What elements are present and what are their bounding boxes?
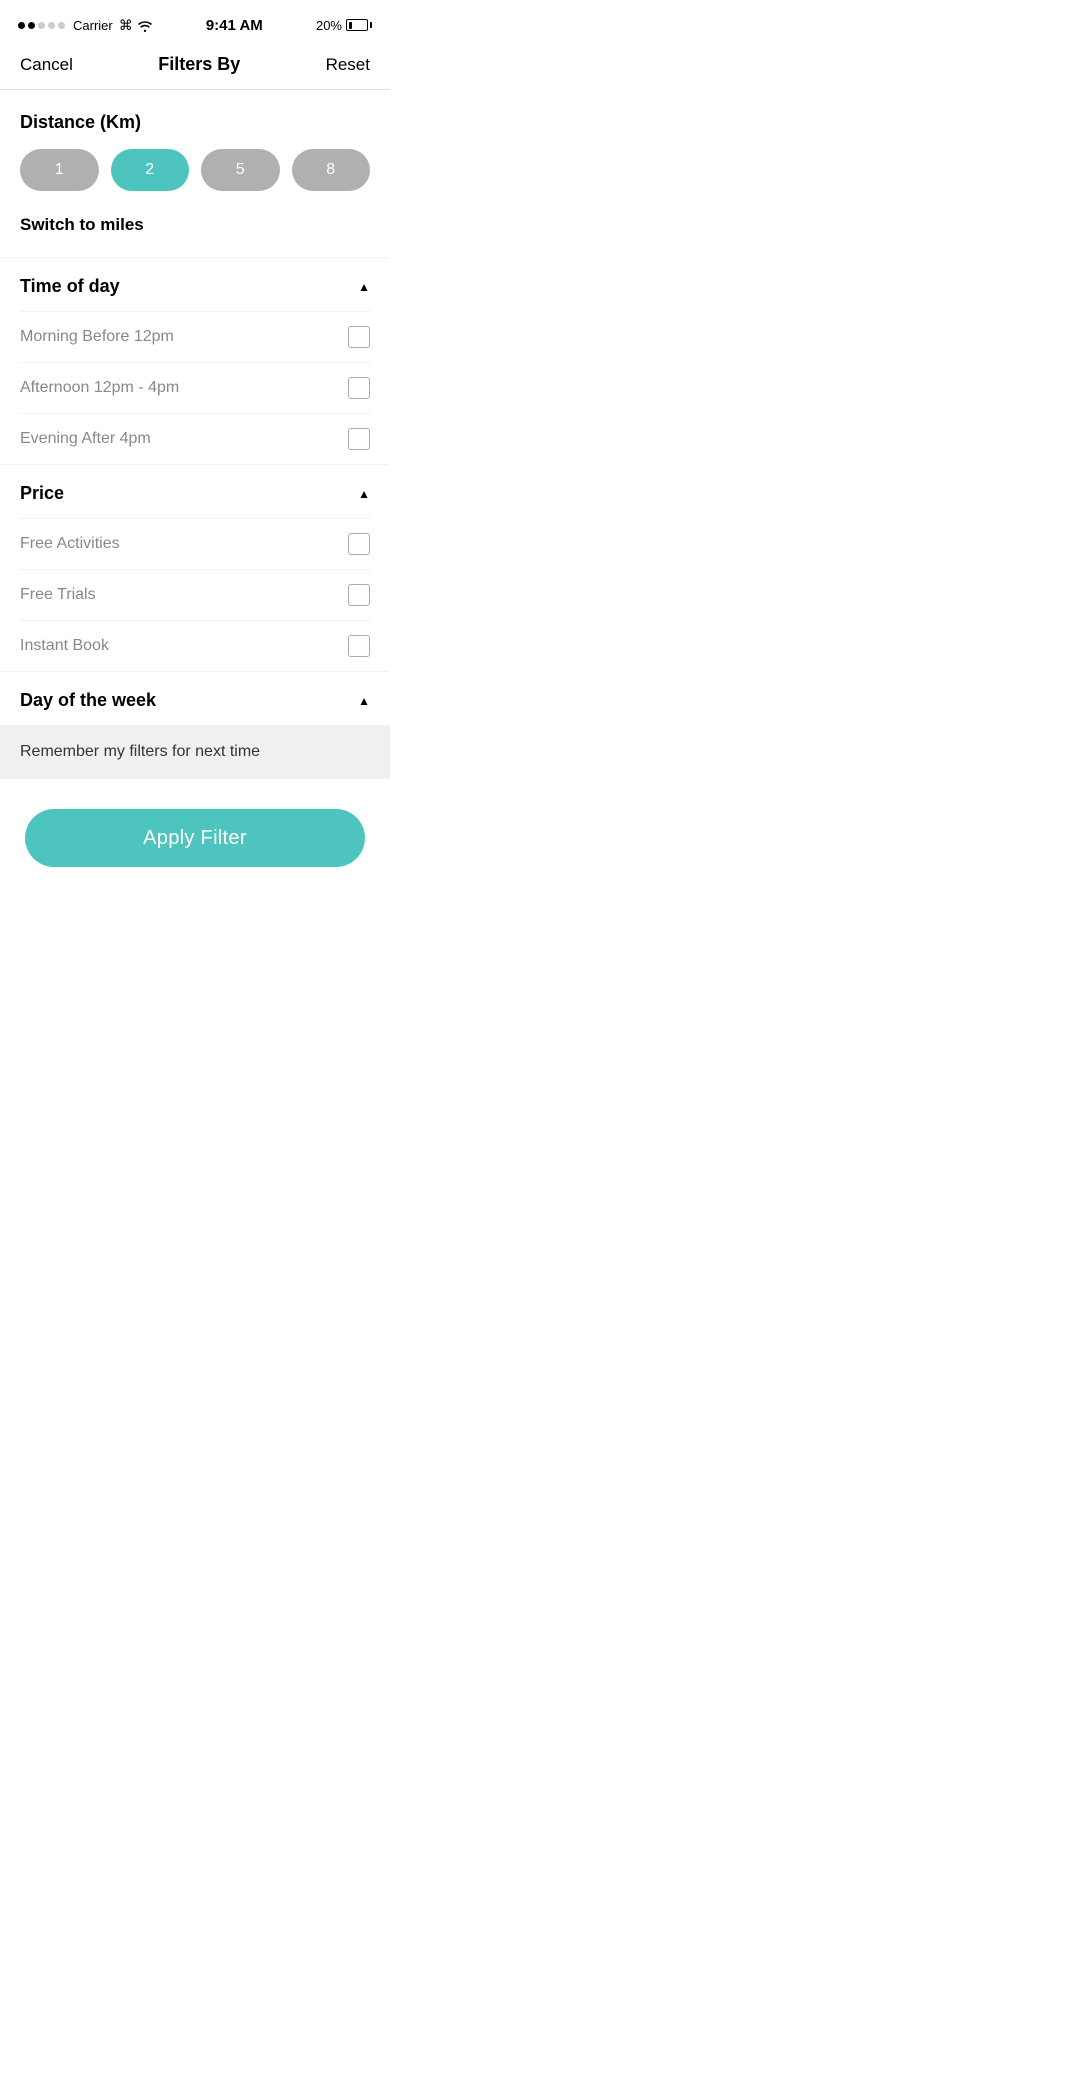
remember-filters-bar[interactable]: Remember my filters for next time (0, 725, 390, 779)
dot-3 (38, 22, 45, 29)
status-bar: Carrier ⌘ 9:41 AM 20% (0, 0, 390, 44)
main-content: Distance (Km) 1 2 5 8 Switch to miles Ti… (0, 90, 390, 897)
price-title: Price (20, 483, 64, 504)
status-right: 20% (316, 18, 372, 33)
morning-label: Morning Before 12pm (20, 328, 174, 346)
wifi-icon: ⌘ (119, 17, 153, 34)
morning-checkbox[interactable] (348, 326, 370, 348)
battery-fill (349, 22, 352, 29)
time-of-day-section: Time of day ▲ Morning Before 12pm Aftern… (0, 258, 390, 465)
instant-book-checkbox[interactable] (348, 635, 370, 657)
time-of-day-header[interactable]: Time of day ▲ (0, 258, 390, 311)
carrier-label: Carrier (73, 18, 113, 33)
cancel-button[interactable]: Cancel (20, 55, 73, 75)
evening-label: Evening After 4pm (20, 430, 151, 448)
switch-miles[interactable]: Switch to miles (0, 215, 390, 258)
price-header[interactable]: Price ▲ (0, 465, 390, 518)
day-chevron-up-icon: ▲ (358, 694, 370, 708)
filter-item-free-activities: Free Activities (20, 518, 370, 569)
day-of-week-title: Day of the week (20, 690, 156, 711)
reset-button[interactable]: Reset (326, 55, 370, 75)
chevron-up-icon: ▲ (358, 280, 370, 294)
evening-checkbox[interactable] (348, 428, 370, 450)
time-of-day-items: Morning Before 12pm Afternoon 12pm - 4pm… (0, 311, 390, 464)
afternoon-checkbox[interactable] (348, 377, 370, 399)
free-trials-checkbox[interactable] (348, 584, 370, 606)
signal-dots (18, 22, 65, 29)
day-of-week-section: Day of the week ▲ (0, 672, 390, 725)
filter-item-free-trials: Free Trials (20, 569, 370, 620)
dot-2 (28, 22, 35, 29)
battery-body (346, 19, 368, 31)
distance-title: Distance (Km) (20, 112, 370, 133)
distance-8km[interactable]: 8 (292, 149, 371, 191)
remember-filters-label: Remember my filters for next time (20, 743, 260, 760)
apply-filter-button[interactable]: Apply Filter (25, 809, 365, 867)
price-section: Price ▲ Free Activities Free Trials Inst… (0, 465, 390, 672)
distance-options: 1 2 5 8 (20, 149, 370, 191)
filter-item-evening: Evening After 4pm (20, 413, 370, 464)
switch-miles-label: Switch to miles (20, 215, 144, 234)
price-items: Free Activities Free Trials Instant Book (0, 518, 390, 671)
page-title: Filters By (158, 54, 240, 75)
nav-header: Cancel Filters By Reset (0, 44, 390, 90)
instant-book-label: Instant Book (20, 637, 109, 655)
price-chevron-up-icon: ▲ (358, 487, 370, 501)
status-left: Carrier ⌘ (18, 17, 153, 34)
dot-4 (48, 22, 55, 29)
afternoon-label: Afternoon 12pm - 4pm (20, 379, 179, 397)
free-activities-checkbox[interactable] (348, 533, 370, 555)
battery-tip (370, 22, 372, 28)
distance-1km[interactable]: 1 (20, 149, 99, 191)
battery-percent: 20% (316, 18, 342, 33)
battery-icon (346, 19, 372, 31)
free-trials-label: Free Trials (20, 586, 96, 604)
distance-section: Distance (Km) 1 2 5 8 (0, 90, 390, 191)
dot-5 (58, 22, 65, 29)
dot-1 (18, 22, 25, 29)
free-activities-label: Free Activities (20, 535, 120, 553)
time-display: 9:41 AM (206, 17, 263, 34)
bottom-area: Apply Filter (0, 779, 390, 897)
distance-2km[interactable]: 2 (111, 149, 190, 191)
distance-5km[interactable]: 5 (201, 149, 280, 191)
time-of-day-title: Time of day (20, 276, 120, 297)
day-of-week-header[interactable]: Day of the week ▲ (0, 672, 390, 725)
filter-item-afternoon: Afternoon 12pm - 4pm (20, 362, 370, 413)
filter-item-morning: Morning Before 12pm (20, 311, 370, 362)
filter-item-instant-book: Instant Book (20, 620, 370, 671)
